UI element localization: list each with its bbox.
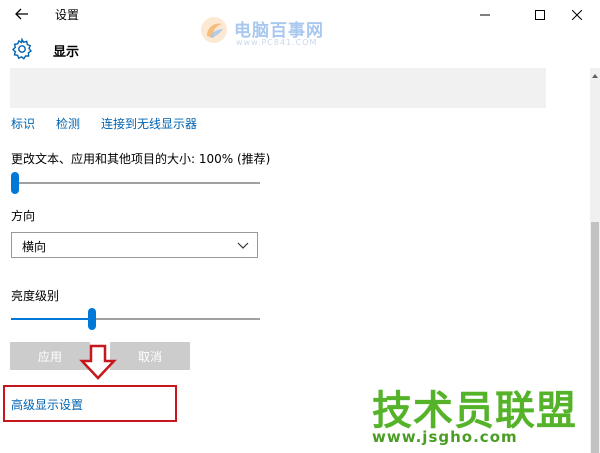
- maximize-icon: [535, 10, 545, 20]
- page-title: 显示: [53, 45, 80, 60]
- close-icon: [572, 10, 582, 20]
- orientation-dropdown[interactable]: 横向: [11, 232, 258, 258]
- gear-icon: [11, 37, 33, 60]
- window-title: 设置: [55, 8, 80, 22]
- display-preview[interactable]: [10, 68, 546, 108]
- orientation-selected-value: 横向: [22, 240, 47, 254]
- brightness-slider-thumb[interactable]: [88, 308, 97, 330]
- back-arrow-icon: [15, 8, 28, 20]
- scroll-up-arrow-icon: [592, 74, 598, 78]
- back-button[interactable]: [8, 3, 36, 25]
- minimize-icon: [480, 14, 490, 16]
- minimize-button[interactable]: [462, 0, 508, 30]
- settings-window: 设置 电脑百事网 www.PC841.COM 显示 标识 检测 连接到无线显示器…: [0, 0, 600, 453]
- advanced-display-settings-link[interactable]: 高级显示设置: [11, 396, 83, 413]
- page-header: 显示: [0, 30, 600, 68]
- scale-slider-track[interactable]: [11, 182, 260, 184]
- cancel-button[interactable]: 取消: [110, 342, 190, 370]
- watermark-bottom-url: www.jsgho.com: [372, 428, 518, 447]
- scale-label: 更改文本、应用和其他项目的大小: 100% (推荐): [11, 152, 271, 166]
- chevron-down-icon: [237, 242, 249, 249]
- red-down-arrow-icon: [79, 344, 117, 380]
- brightness-label: 亮度级别: [11, 289, 60, 303]
- orientation-label: 方向: [11, 209, 36, 223]
- scale-slider-thumb[interactable]: [11, 172, 19, 194]
- scroll-up-button[interactable]: [591, 72, 599, 80]
- brightness-slider-fill: [11, 318, 93, 320]
- connect-wireless-display-link[interactable]: 连接到无线显示器: [101, 115, 197, 132]
- detect-link[interactable]: 检测: [56, 115, 80, 132]
- identify-link[interactable]: 标识: [11, 115, 35, 132]
- apply-button[interactable]: 应用: [10, 342, 90, 370]
- scrollbar-thumb[interactable]: [591, 222, 599, 453]
- watermark-jsgho: 技术员联盟 www.jsgho.com: [364, 378, 584, 450]
- close-button[interactable]: [554, 0, 600, 30]
